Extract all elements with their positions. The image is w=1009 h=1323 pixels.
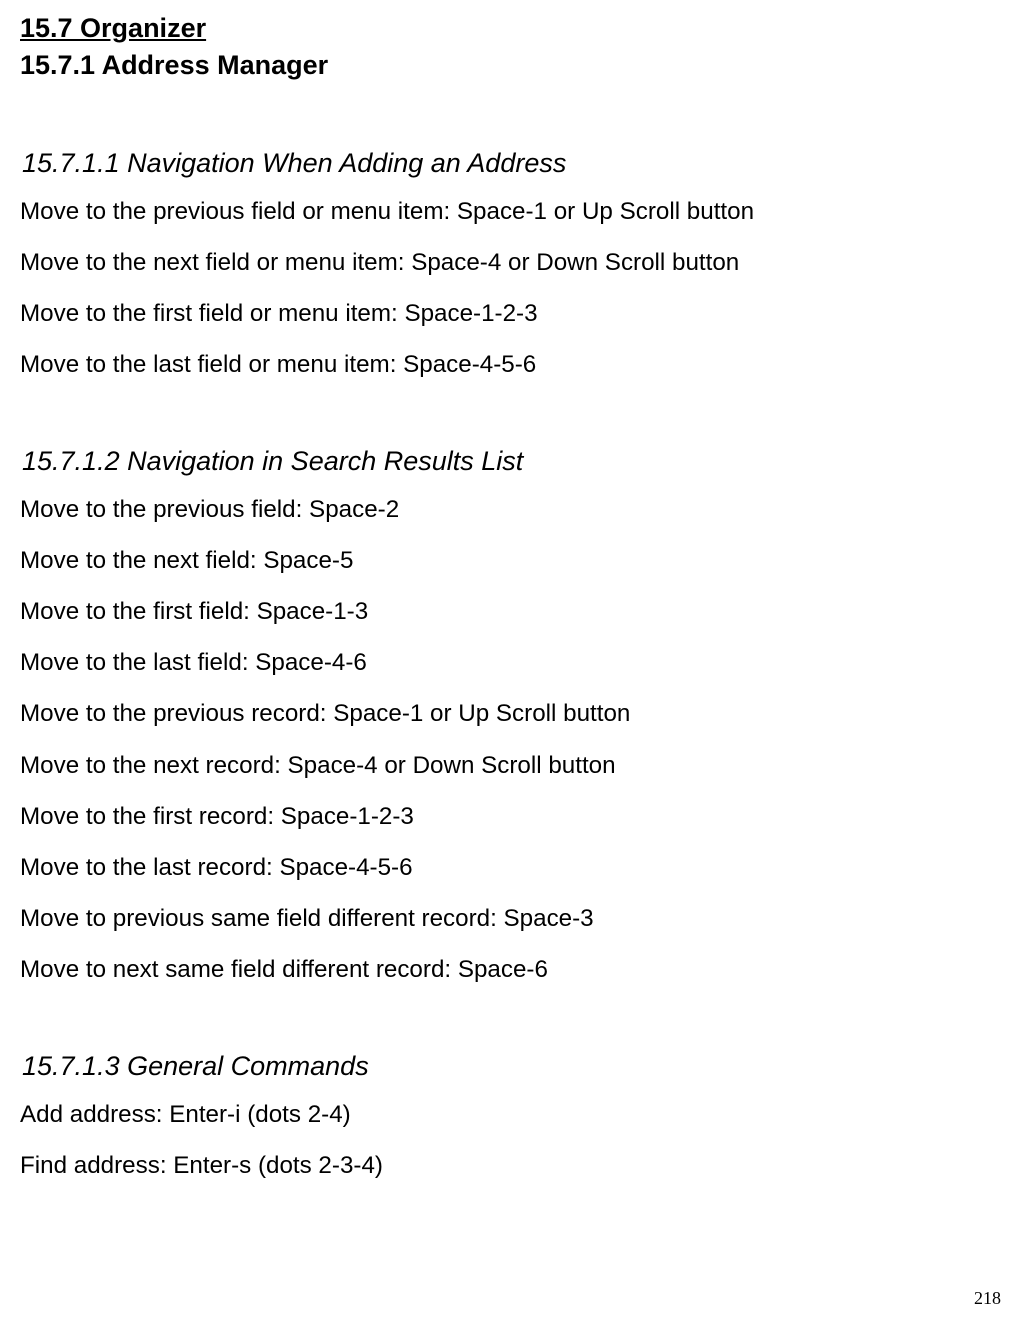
page-number: 218 — [974, 1288, 1001, 1309]
body-text: Move to the previous field: Space-2 — [20, 489, 984, 530]
body-text: Move to the first record: Space-1-2-3 — [20, 796, 984, 837]
body-text: Move to the first field or menu item: Sp… — [20, 293, 984, 334]
body-text: Move to the first field: Space-1-3 — [20, 591, 984, 632]
subheading-section-1: 15.7.1.1 Navigation When Adding an Addre… — [22, 147, 984, 181]
body-text: Move to the previous record: Space-1 or … — [20, 693, 984, 734]
subheading-section-2: 15.7.1.2 Navigation in Search Results Li… — [22, 445, 984, 479]
body-text: Move to the next record: Space-4 or Down… — [20, 745, 984, 786]
heading-organizer: 15.7 Organizer — [20, 12, 984, 46]
body-text: Move to the last field: Space-4-6 — [20, 642, 984, 683]
body-text: Move to previous same field different re… — [20, 898, 984, 939]
body-text: Move to the next field: Space-5 — [20, 540, 984, 581]
body-text: Move to the last record: Space-4-5-6 — [20, 847, 984, 888]
body-text: Find address: Enter-s (dots 2-3-4) — [20, 1145, 984, 1186]
body-text: Move to the previous field or menu item:… — [20, 191, 984, 232]
body-text: Move to the next field or menu item: Spa… — [20, 242, 984, 283]
document-page: 15.7 Organizer 15.7.1 Address Manager 15… — [0, 0, 1009, 1323]
body-text: Move to the last field or menu item: Spa… — [20, 344, 984, 385]
body-text: Move to next same field different record… — [20, 949, 984, 990]
body-text: Add address: Enter-i (dots 2-4) — [20, 1094, 984, 1135]
heading-address-manager: 15.7.1 Address Manager — [20, 48, 984, 83]
subheading-section-3: 15.7.1.3 General Commands — [22, 1050, 984, 1084]
